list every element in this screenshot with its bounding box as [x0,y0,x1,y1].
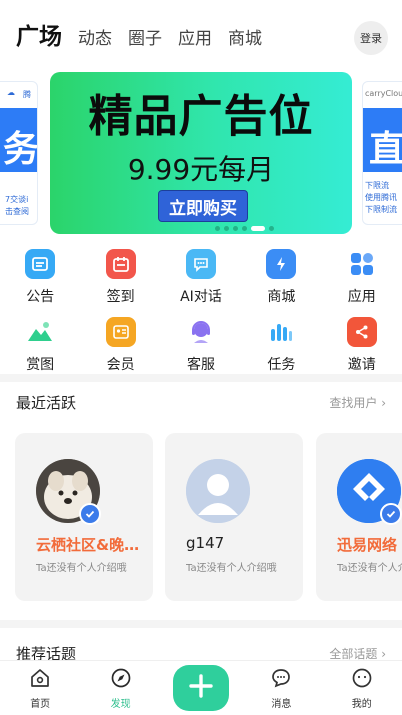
user-name: 云栖社区&晚… [36,536,140,554]
tab-circles[interactable]: 圈子 [128,24,162,49]
grid-label: 公告 [26,289,55,305]
main-banner[interactable]: 精品广告位 9.99元每月 立即购买 [50,72,352,234]
user-name: g147 [186,534,225,552]
share-icon [346,317,377,347]
mountain-image-icon [25,317,55,347]
tab-feed[interactable]: 动态 [78,24,112,49]
carousel-dot[interactable] [215,226,220,231]
grid-item-apps[interactable]: 应用 [322,247,402,315]
calendar-checkin-icon [105,249,136,279]
recent-users-row[interactable]: 云栖社区&晚… Ta还没有个人介绍哦 g147 Ta还没有个人介绍哦 迅易网络 … [15,433,402,601]
side-right-brand: carryClou [365,89,402,98]
banner-side-card-right[interactable]: carryClou 直 下限流 使用腾讯 下限制流 [362,81,402,225]
grid-item-ai-chat[interactable]: AI对话 [161,247,241,315]
grid-label: 邀请 [347,357,376,373]
compass-icon [110,667,132,693]
nav-label: 消息 [271,699,292,710]
message-icon [270,667,292,693]
bar-chart-icon [266,317,296,347]
section-divider [0,374,402,382]
carousel-dots [215,226,274,231]
carousel-dot[interactable] [233,226,238,231]
plus-icon [188,673,214,703]
recent-active-header: 最近活跃 查找用户 › [16,392,386,413]
nav-label: 我的 [351,699,372,710]
chevron-right-icon: › [381,396,386,410]
nav-messages[interactable]: 消息 [241,661,321,715]
carousel-dot[interactable] [269,226,274,231]
cloud-logo-icon: ☁ [7,88,15,97]
announcement-icon [25,249,56,279]
banner-carousel[interactable]: ☁ 腾 务 7交谈i 击查阅 精品广告位 9.99元每月 立即购买 carryC… [0,72,402,234]
grid-label: 应用 [347,289,376,305]
side-right-line1: 下限流 [365,181,389,190]
banner-title: 精品广告位 [88,91,314,142]
grid-label: AI对话 [180,289,222,305]
side-right-line2: 使用腾讯 [365,193,397,202]
grid-label: 签到 [106,289,135,305]
grid-item-tasks[interactable]: 任务 [241,315,321,383]
grid-label: 会员 [106,357,135,373]
side-left-line1: 7交谈i [5,195,29,204]
grid-label: 客服 [186,357,215,373]
grid-label: 商城 [267,289,296,305]
apps-grid-icon [347,249,377,279]
chat-bubble-icon [185,249,216,279]
user-bio: Ta还没有个人介绍哦 [337,563,402,574]
user-name: 迅易网络 [337,536,398,554]
carousel-dot[interactable] [224,226,229,231]
grid-item-member[interactable]: 会员 [80,315,160,383]
section-divider [0,620,402,628]
grid-item-invite[interactable]: 邀请 [322,315,402,383]
nav-home[interactable]: 首页 [0,661,80,715]
side-right-glyph: 直 [369,129,402,170]
verified-badge-icon [79,503,101,525]
recent-active-title: 最近活跃 [16,394,77,412]
grid-item-announcement[interactable]: 公告 [0,247,80,315]
user-bio: Ta还没有个人介绍哦 [36,563,127,574]
create-post-button[interactable] [173,665,229,711]
nav-label: 首页 [30,699,51,710]
side-left-glyph: 务 [3,129,38,170]
top-tabs: 广场 动态 圈子 应用 商城 [16,17,262,51]
nav-discover[interactable]: 发现 [80,661,160,715]
find-users-link[interactable]: 查找用户 › [329,394,386,411]
member-card-icon [105,317,136,347]
side-right-line3: 下限制流 [365,205,397,214]
lightning-icon [266,249,297,279]
banner-subtitle: 9.99元每月 [127,153,275,186]
find-users-label: 查找用户 [329,396,378,410]
quick-entry-grid: 公告 签到 AI对话 商城 应用 赏图 会员 客服 任务 邀请 [0,247,402,383]
nav-profile[interactable]: 我的 [322,661,402,715]
buy-now-button[interactable]: 立即购买 [158,190,248,222]
login-button[interactable]: 登录 [354,21,388,55]
side-left-line2: 击查阅 [5,207,29,216]
tab-square[interactable]: 广场 [16,17,62,51]
carousel-dot-active[interactable] [251,226,265,231]
grid-item-checkin[interactable]: 签到 [80,247,160,315]
tab-apps[interactable]: 应用 [178,24,212,49]
verified-badge-icon [380,503,402,525]
headset-icon [186,317,216,347]
nav-label: 发现 [110,699,131,710]
user-bio: Ta还没有个人介绍哦 [186,563,277,574]
grid-item-gallery[interactable]: 赏图 [0,315,80,383]
carousel-dot[interactable] [242,226,247,231]
user-card[interactable]: g147 Ta还没有个人介绍哦 [165,433,303,601]
grid-label: 赏图 [26,357,55,373]
grid-item-mall[interactable]: 商城 [241,247,321,315]
tab-mall[interactable]: 商城 [228,24,262,49]
banner-side-card-left[interactable]: ☁ 腾 务 7交谈i 击查阅 [0,81,38,225]
all-topics-label: 全部话题 [329,647,378,661]
avatar [186,459,250,523]
user-card[interactable]: 云栖社区&晚… Ta还没有个人介绍哦 [15,433,153,601]
user-card[interactable]: 迅易网络 Ta还没有个人介绍哦 [316,433,402,601]
home-icon [29,667,51,693]
chevron-right-icon: › [381,647,386,661]
top-header: 广场 动态 圈子 应用 商城 登录 [0,0,402,68]
profile-icon [351,667,373,693]
side-left-logo-text: 腾 [23,90,31,99]
grid-item-service[interactable]: 客服 [161,315,241,383]
grid-label: 任务 [267,357,296,373]
